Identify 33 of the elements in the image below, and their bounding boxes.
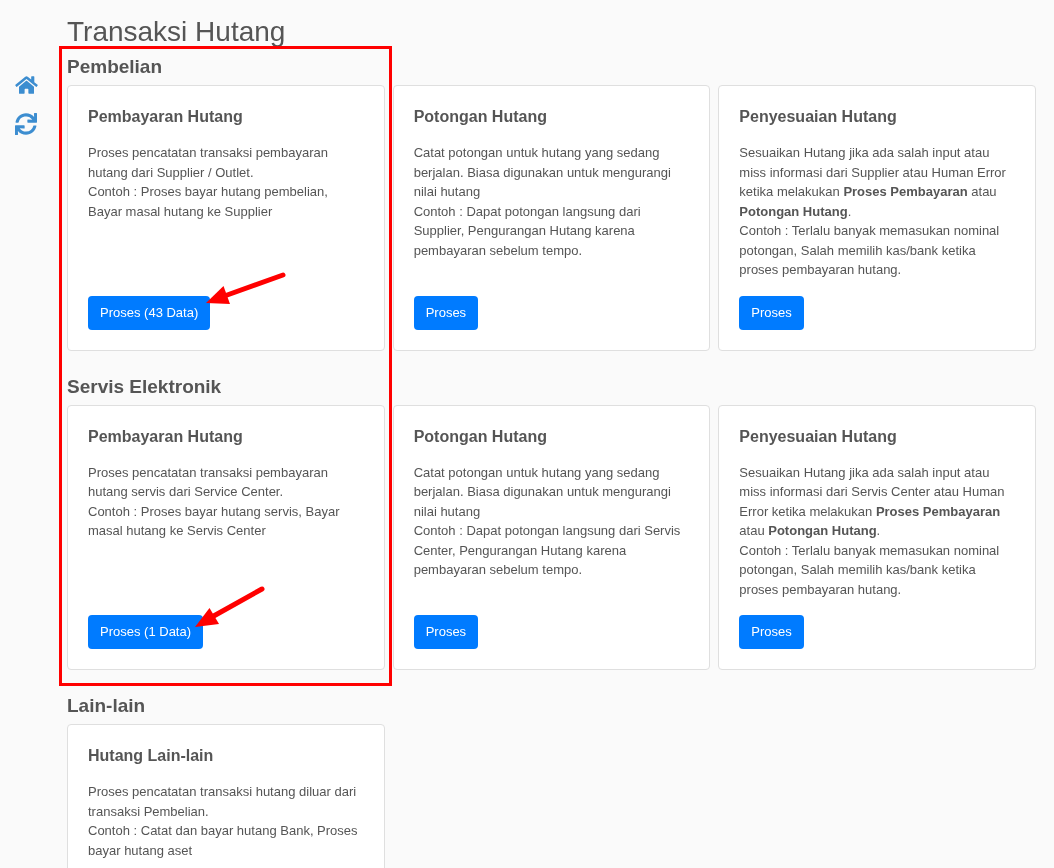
process-button[interactable]: Proses (413, 295, 479, 330)
card-description: Sesuaikan Hutang jika ada salah input atau miss informasi dari Supplier atau Human Error ketika melakukan Proses Pembayaran atau Potongan Hutang. (739, 144, 1007, 221)
card-description: Contoh : Proses bayar hutang pembelian, Bayar masal hutang ke Supplier (88, 183, 329, 221)
refresh-icon[interactable] (15, 113, 37, 135)
process-button[interactable]: Proses (739, 615, 804, 649)
card-description: Proses pencatatan transaksi hutang diluar dari transaksi Pembelian. (88, 783, 358, 821)
home-icon[interactable] (15, 75, 38, 95)
card-description: Proses pencatatan transaksi pembayaran hutang servis dari Service Center. (88, 463, 329, 501)
card-title: Pembayaran Hutang (88, 426, 243, 447)
card-description: Sesuaikan Hutang jika ada salah input atau miss informasi dari Servis Center atau Human Error ketika melakukan Proses Pembayaran atau Potongan Hutang. (739, 463, 1006, 540)
process-button[interactable]: Proses (413, 615, 479, 649)
card-description: Catat potongan untuk hutang yang sedang berjalan. Biasa digunakan untuk mengurangi nilai hutang (413, 463, 672, 521)
section-heading: Pembelian (67, 55, 163, 79)
card-description: Contoh : Catat dan bayar hutang Bank, Proses bayar hutang aset (88, 822, 359, 860)
card-description: Contoh : Terlalu banyak memasukan nominal potongan, Salah memilih kas/bank ketika proses pembayaran hutang. (739, 222, 1001, 279)
section-heading: Lain-lain (67, 694, 146, 718)
card-title: Potongan Hutang (413, 107, 547, 127)
card-title: Penyesuaian Hutang (739, 426, 897, 447)
card-description: Contoh : Dapat potongan langsung dari Supplier, Pengurangan Hutang karena pembayaran sebelum tempo. (413, 202, 642, 260)
process-button[interactable]: Proses (43 Data) (88, 295, 211, 330)
card-title: Pembayaran Hutang (88, 107, 243, 127)
card-title: Hutang Lain-lain (88, 746, 214, 766)
card-description: Contoh : Terlalu banyak memasukan nominal potongan, Salah memilih kas/bank ketika proses pembayaran hutang. (739, 541, 1001, 599)
card-title: Penyesuaian Hutang (739, 107, 897, 127)
process-button[interactable]: Proses (1 Data) (88, 615, 204, 649)
process-button[interactable]: Proses (739, 295, 804, 330)
card-title: Potongan Hutang (413, 426, 547, 447)
card-description: Catat potongan untuk hutang yang sedang berjalan. Biasa digunakan untuk mengurangi nilai hutang (413, 144, 672, 201)
card-description: Contoh : Dapat potongan langsung dari Servis Center, Pengurangan Hutang karena pembayaran sebelum tempo. (413, 522, 682, 579)
page-title: Transaksi Hutang (67, 15, 286, 49)
card-description: Contoh : Proses bayar hutang servis, Bayar masal hutang ke Servis Center (88, 502, 341, 540)
section-heading: Servis Elektronik (67, 374, 222, 399)
card-description: Proses pencatatan transaksi pembayaran hutang dari Supplier / Outlet. (88, 144, 329, 182)
